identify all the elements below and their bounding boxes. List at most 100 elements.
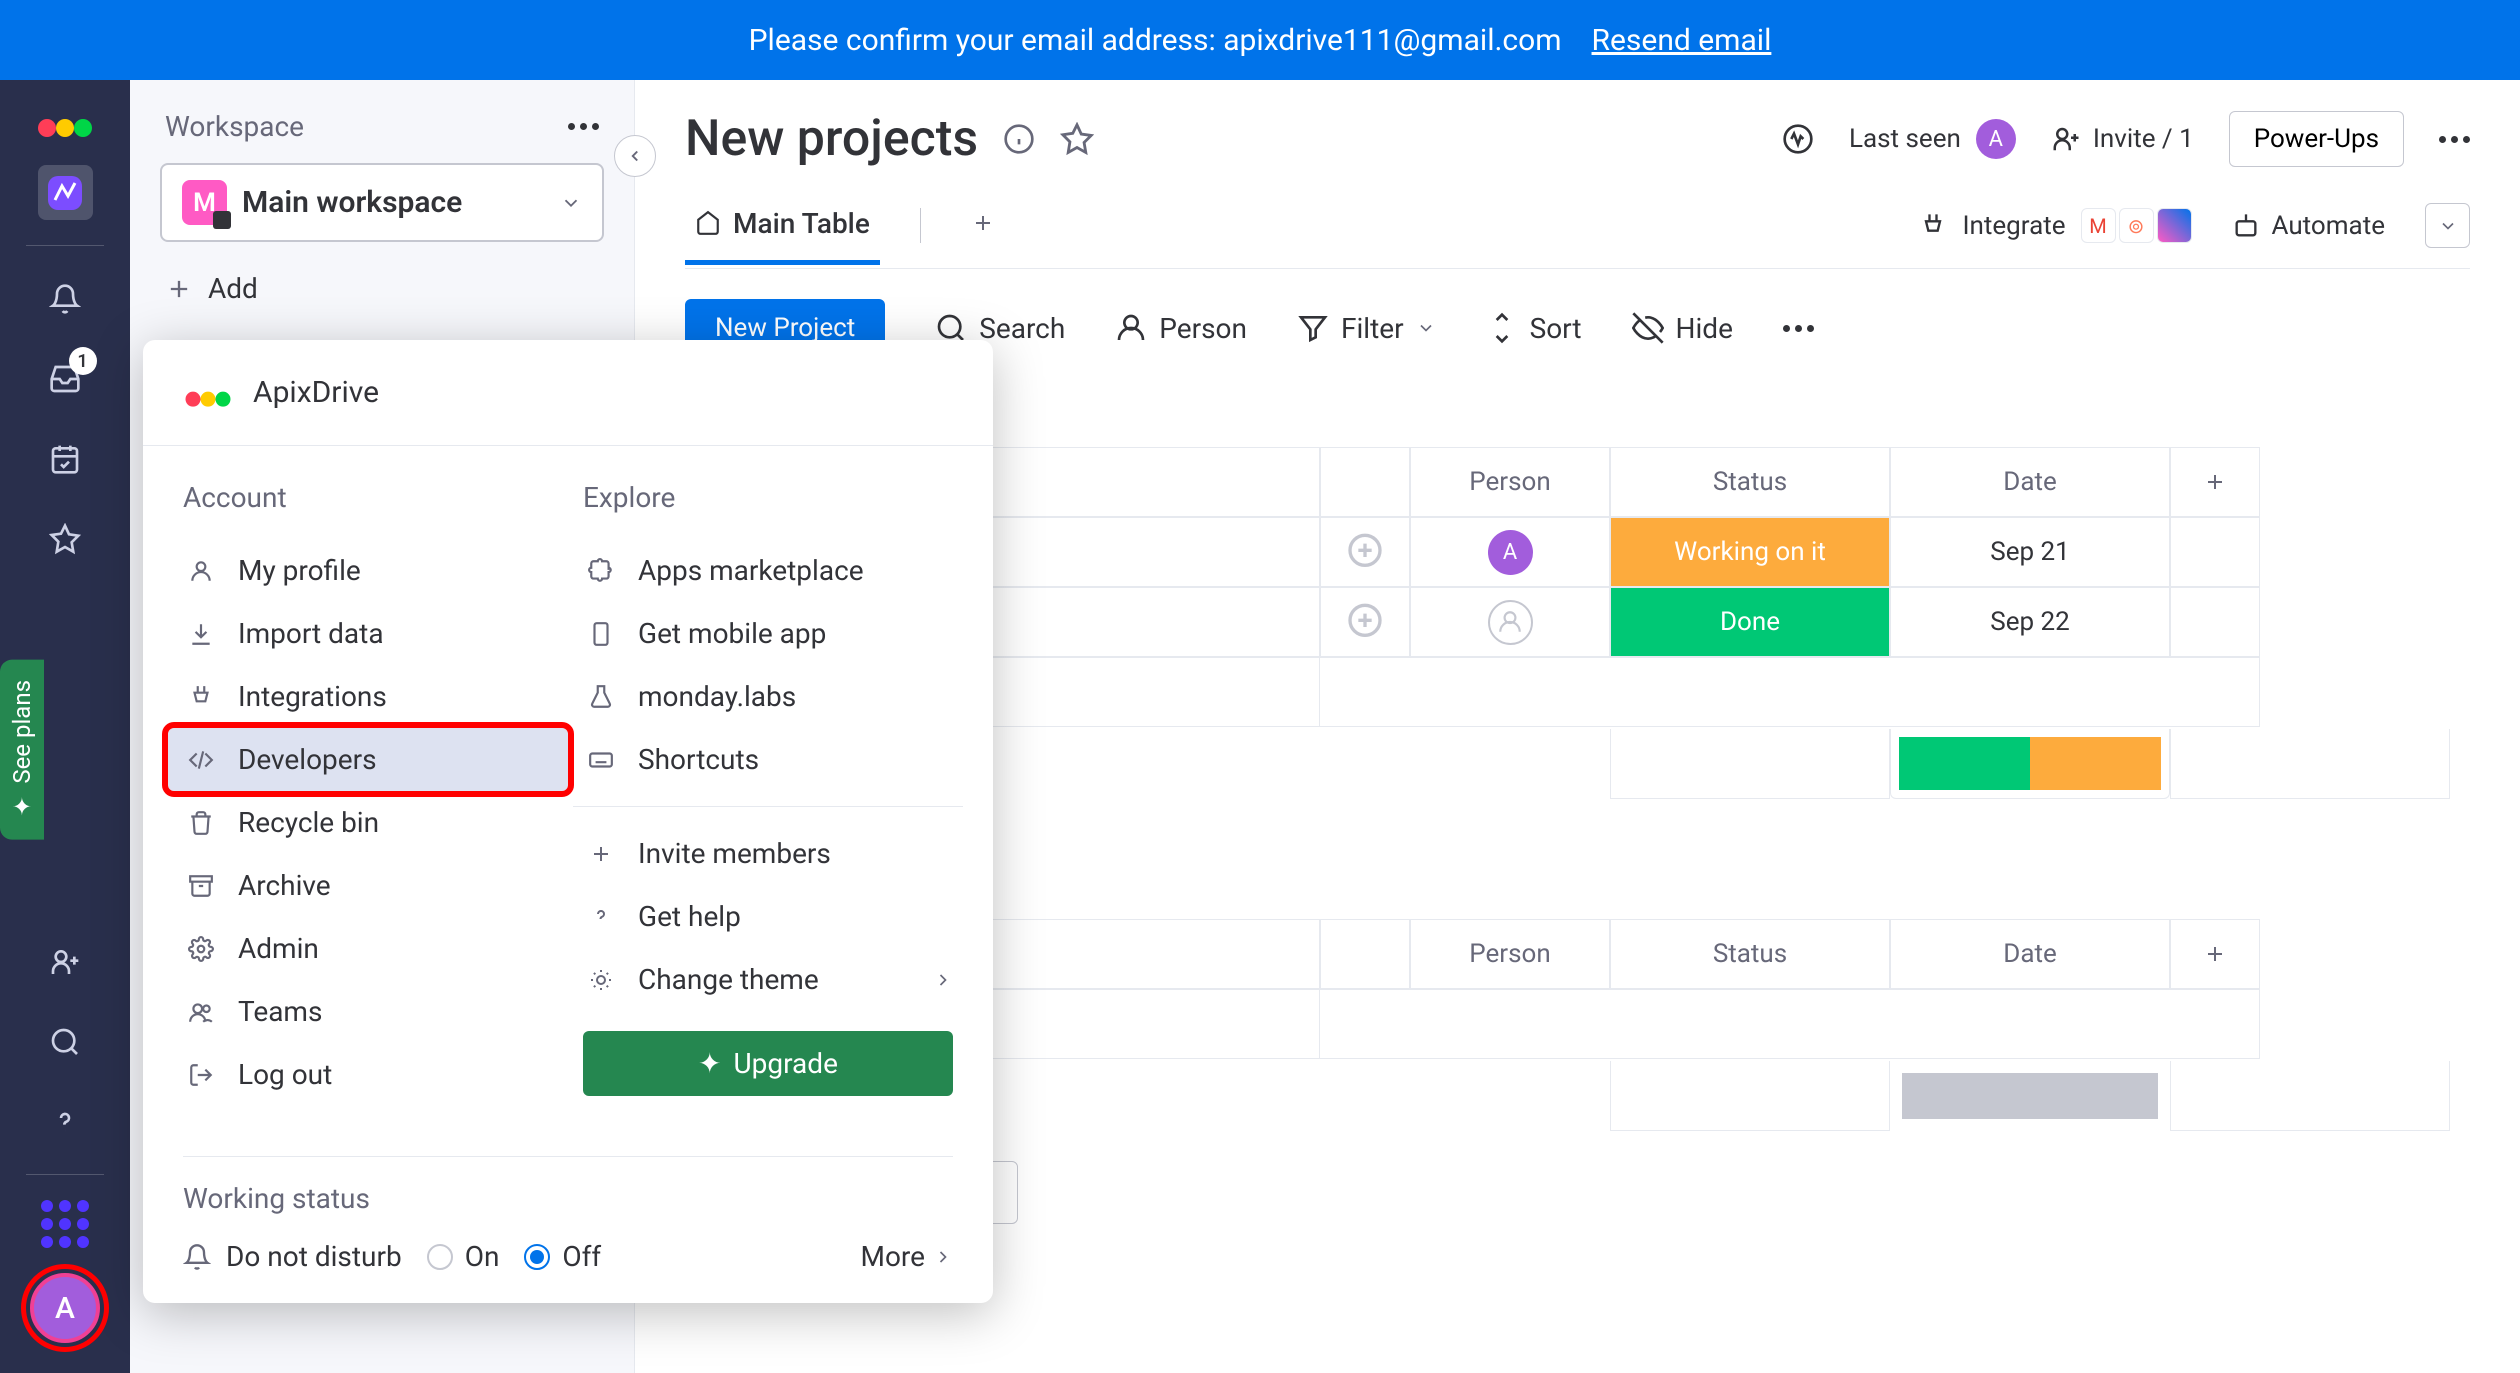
workspace-nav-icon[interactable] <box>38 165 93 220</box>
status-cell[interactable]: Done <box>1610 587 1890 657</box>
inbox-badge: 1 <box>69 347 97 375</box>
menu-my-profile[interactable]: My profile <box>168 539 568 602</box>
robot-icon <box>2232 212 2260 240</box>
sparkle-icon: ✦ <box>698 1047 721 1080</box>
star-icon[interactable] <box>1060 122 1094 156</box>
add-view-button[interactable] <box>961 211 1005 260</box>
home-icon <box>695 210 721 236</box>
menu-change-theme[interactable]: Change theme <box>568 948 968 1011</box>
account-section-title: Account <box>168 481 568 514</box>
col-header-date[interactable]: Date <box>1890 447 2170 517</box>
apps-grid-icon[interactable] <box>41 1200 89 1248</box>
hide-button[interactable]: Hide <box>1632 312 1733 345</box>
filter-button[interactable]: Filter <box>1297 312 1436 345</box>
chevron-down-icon <box>2438 216 2458 236</box>
plus-icon <box>2203 942 2227 966</box>
add-column-button[interactable] <box>2170 447 2260 517</box>
upgrade-button[interactable]: ✦Upgrade <box>583 1031 953 1096</box>
person-empty-icon <box>1488 600 1533 645</box>
status-summary <box>1890 729 2170 799</box>
col-header-person[interactable]: Person <box>1410 447 1610 517</box>
collapse-header-button[interactable] <box>2425 203 2470 248</box>
info-icon[interactable] <box>1003 123 1035 155</box>
my-work-icon[interactable] <box>38 431 93 486</box>
download-icon <box>183 621 218 647</box>
add-button[interactable]: Add <box>165 272 599 305</box>
dnd-off-option[interactable]: Off <box>524 1240 601 1273</box>
dnd-on-option[interactable]: On <box>427 1240 500 1273</box>
col-header-person[interactable]: Person <box>1410 919 1610 989</box>
sidebar-menu-icon[interactable] <box>568 123 599 130</box>
menu-developers[interactable]: Developers <box>168 728 568 791</box>
last-seen[interactable]: Last seen A <box>1849 119 2016 159</box>
sort-icon <box>1486 312 1518 344</box>
org-name: ApixDrive <box>253 375 379 410</box>
invite-button[interactable]: Invite / 1 <box>2051 124 2194 154</box>
workspace-selector[interactable]: M Main workspace <box>160 163 604 242</box>
filter-icon <box>1297 312 1329 344</box>
profile-menu-popup: ApixDrive Account My profile Import data… <box>143 340 993 1303</box>
menu-integrations[interactable]: Integrations <box>168 665 568 728</box>
help-icon[interactable] <box>38 1094 93 1149</box>
activity-icon[interactable] <box>1782 123 1814 155</box>
monday-logo-icon <box>183 375 233 410</box>
plus-icon <box>165 275 193 303</box>
working-status-title: Working status <box>183 1182 953 1215</box>
date-cell[interactable]: Sep 21 <box>1890 517 2170 587</box>
logout-icon <box>183 1062 218 1088</box>
menu-apps-marketplace[interactable]: Apps marketplace <box>568 539 968 602</box>
toolbar-menu-icon[interactable] <box>1783 325 1814 332</box>
code-icon <box>183 747 218 773</box>
col-header-status[interactable]: Status <box>1610 447 1890 517</box>
collapse-sidebar-button[interactable] <box>614 135 656 177</box>
gear-icon <box>183 936 218 962</box>
status-cell[interactable]: Working on it <box>1610 517 1890 587</box>
menu-get-help[interactable]: Get help <box>568 885 968 948</box>
flask-icon <box>583 684 618 710</box>
trash-icon <box>183 810 218 836</box>
menu-shortcuts[interactable]: Shortcuts <box>568 728 968 791</box>
menu-monday-labs[interactable]: monday.labs <box>568 665 968 728</box>
date-cell[interactable]: Sep 22 <box>1890 587 2170 657</box>
menu-import-data[interactable]: Import data <box>168 602 568 665</box>
workspace-name: Main workspace <box>242 185 545 220</box>
menu-admin[interactable]: Admin <box>168 917 568 980</box>
more-link[interactable]: More <box>861 1240 954 1273</box>
search-icon[interactable] <box>38 1014 93 1069</box>
person-filter-button[interactable]: Person <box>1115 312 1247 345</box>
menu-recycle-bin[interactable]: Recycle bin <box>168 791 568 854</box>
add-column-button[interactable] <box>2170 919 2260 989</box>
favorites-icon[interactable] <box>38 511 93 566</box>
col-header-date[interactable]: Date <box>1890 919 2170 989</box>
menu-mobile-app[interactable]: Get mobile app <box>568 602 968 665</box>
person-avatar: A <box>1488 530 1533 575</box>
bell-icon <box>183 1243 211 1271</box>
email-confirm-banner: Please confirm your email address: apixd… <box>0 0 2520 80</box>
board-title[interactable]: New projects <box>685 110 978 168</box>
col-header-status[interactable]: Status <box>1610 919 1890 989</box>
chat-icon <box>1345 532 1385 572</box>
sort-button[interactable]: Sort <box>1486 312 1582 345</box>
tab-main-table[interactable]: Main Table <box>685 207 880 265</box>
status-summary-empty <box>1890 1061 2170 1131</box>
menu-archive[interactable]: Archive <box>168 854 568 917</box>
profile-avatar[interactable]: A <box>30 1273 100 1343</box>
monday-logo-icon[interactable] <box>35 100 95 140</box>
chevron-right-icon <box>933 970 953 990</box>
integrate-button[interactable]: Integrate M⊚ <box>1919 208 2191 243</box>
menu-log-out[interactable]: Log out <box>168 1043 568 1106</box>
powerups-button[interactable]: Power-Ups <box>2229 111 2404 167</box>
banner-text: Please confirm your email address: apixd… <box>749 23 1562 58</box>
board-menu-icon[interactable] <box>2439 136 2470 143</box>
notifications-icon[interactable] <box>38 271 93 326</box>
automate-button[interactable]: Automate <box>2232 211 2385 241</box>
invite-members-icon[interactable] <box>38 934 93 989</box>
mobile-icon <box>583 621 618 647</box>
menu-teams[interactable]: Teams <box>168 980 568 1043</box>
resend-email-link[interactable]: Resend email <box>1592 23 1772 58</box>
person-icon <box>1115 312 1147 344</box>
inbox-icon[interactable]: 1 <box>38 351 93 406</box>
menu-invite-members[interactable]: Invite members <box>568 822 968 885</box>
see-plans-button[interactable]: ✦See plans <box>0 660 44 840</box>
chat-icon <box>1345 602 1385 642</box>
